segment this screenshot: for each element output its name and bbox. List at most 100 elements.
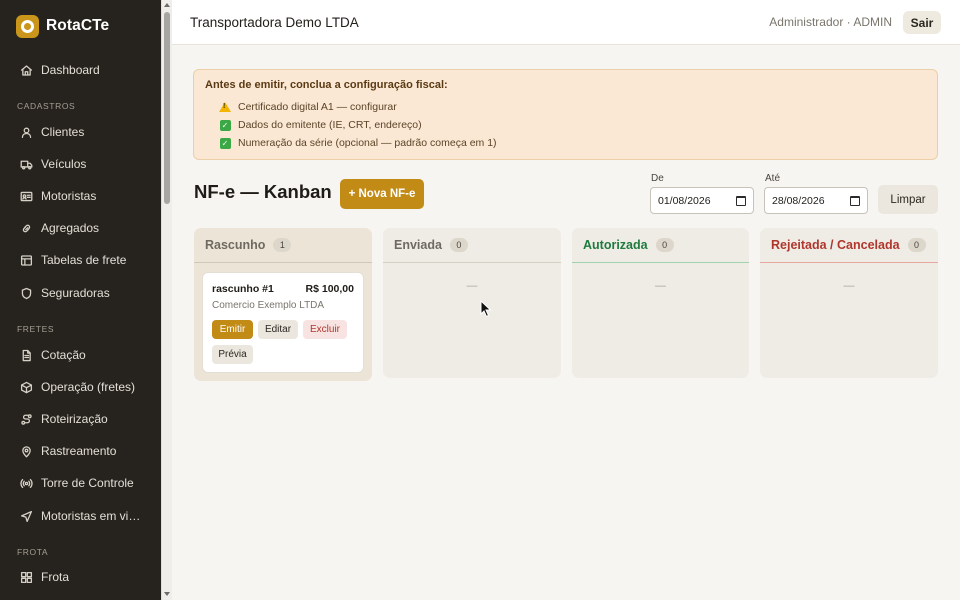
sidebar-section-fretes: FRETES [17, 324, 55, 334]
column-title: Enviada [394, 238, 442, 252]
sidebar-item-tabelas-de-frete[interactable]: Tabelas de frete [0, 245, 161, 275]
package-icon [19, 380, 33, 394]
column-title: Rascunho [205, 238, 266, 252]
check-icon: ✓ [219, 137, 231, 149]
calendar-icon[interactable] [850, 196, 860, 206]
card-client: Comercio Exemplo LTDA [212, 300, 325, 311]
sidebar-item-roteirizacao[interactable]: Roteirização [0, 404, 161, 434]
column-empty-placeholder: — [466, 280, 478, 292]
sidebar-item-label: Veículos [41, 157, 87, 171]
column-header: Rejeitada / Cancelada 0 [760, 228, 938, 263]
scroll-down-icon[interactable] [164, 592, 170, 596]
alert-item-text: Certificado digital A1 — configurar [238, 101, 397, 113]
sidebar-item-label: Clientes [41, 125, 85, 139]
scroll-thumb[interactable] [164, 12, 170, 204]
card-title: rascunho #1 [212, 283, 274, 295]
sidebar-item-label: Operação (fretes) [41, 380, 136, 394]
column-count-badge: 0 [907, 238, 926, 252]
scroll-up-icon[interactable] [164, 3, 170, 7]
sidebar-item-label: Torre de Controle [41, 476, 134, 490]
sidebar-item-label: Tabelas de frete [41, 253, 127, 267]
column-empty-placeholder: — [655, 280, 666, 292]
sidebar-item-label: Frota [41, 570, 70, 584]
navigation-icon [19, 509, 33, 523]
kanban-column-enviada: Enviada 0 — [383, 228, 561, 378]
sidebar-scrollbar[interactable] [161, 0, 172, 600]
truck-icon [19, 157, 33, 171]
mouse-cursor-icon [480, 300, 492, 318]
sidebar-item-label: Dashboard [41, 63, 100, 77]
sidebar-section-frota: FROTA [17, 547, 49, 557]
id-card-icon [19, 189, 33, 203]
grid-icon [19, 570, 33, 584]
column-count-badge: 1 [273, 238, 292, 252]
from-date-value: 01/08/2026 [658, 194, 711, 207]
broadcast-icon [19, 476, 33, 490]
user-info: Administrador · ADMIN [769, 15, 892, 29]
clear-filter-button[interactable]: Limpar [878, 185, 938, 214]
sidebar-item-motoristas[interactable]: Motoristas [0, 181, 161, 211]
alert-item-series: ✓ Numeração da série (opcional — padrão … [219, 137, 497, 149]
brand[interactable]: RotaCTe [0, 0, 161, 52]
brand-logo-icon [16, 14, 39, 38]
from-date-label: De [651, 173, 664, 184]
column-count-badge: 0 [655, 238, 674, 252]
delete-button[interactable]: Excluir [303, 320, 347, 339]
alert-item-certificate[interactable]: Certificado digital A1 — configurar [219, 101, 397, 113]
check-icon: ✓ [219, 119, 231, 131]
sidebar-item-label: Agregados [41, 221, 100, 235]
sidebar-item-agregados[interactable]: Agregados [0, 213, 161, 243]
link-icon [19, 221, 33, 235]
emit-button[interactable]: Emitir [212, 320, 253, 339]
column-empty-placeholder: — [843, 280, 855, 292]
to-date-label: Até [765, 173, 781, 184]
card-value: R$ 100,00 [305, 283, 354, 295]
alert-item-text: Numeração da série (opcional — padrão co… [238, 137, 497, 149]
sidebar-item-clientes[interactable]: Clientes [0, 117, 161, 147]
calendar-icon[interactable] [736, 196, 746, 206]
alert-title: Antes de emitir, conclua a configuração … [205, 79, 448, 91]
edit-button[interactable]: Editar [258, 320, 298, 339]
nfe-card[interactable]: rascunho #1 R$ 100,00 Comercio Exemplo L… [202, 272, 364, 373]
sidebar-item-seguradoras[interactable]: Seguradoras [0, 278, 161, 308]
kanban-column-rejeitada: Rejeitada / Cancelada 0 — [760, 228, 938, 378]
to-date-input[interactable]: 28/08/2026 [764, 187, 868, 214]
sidebar-section-cadastros: CADASTROS [17, 101, 76, 111]
to-date-value: 28/08/2026 [772, 194, 825, 207]
shield-icon [19, 286, 33, 300]
sidebar-item-rastreamento[interactable]: Rastreamento [0, 436, 161, 466]
preview-button[interactable]: Prévia [212, 345, 253, 364]
sidebar-item-motoristas-em-viagem[interactable]: Motoristas em viag... [0, 501, 161, 531]
home-icon [19, 63, 33, 77]
column-header: Autorizada 0 [572, 228, 749, 263]
column-header: Rascunho 1 [194, 228, 372, 263]
company-name: Transportadora Demo LTDA [190, 14, 359, 30]
sidebar-item-label: Motoristas em viag... [41, 509, 146, 523]
sidebar-item-torre-de-controle[interactable]: Torre de Controle [0, 468, 161, 498]
new-nfe-button[interactable]: + Nova NF-e [340, 179, 424, 209]
route-icon [19, 412, 33, 426]
sidebar-item-operacao[interactable]: Operação (fretes) [0, 372, 161, 402]
alert-item-text: Dados do emitente (IE, CRT, endereço) [238, 119, 422, 131]
from-date-input[interactable]: 01/08/2026 [650, 187, 754, 214]
sidebar-item-veiculos[interactable]: Veículos [0, 149, 161, 179]
page-title: NF-e — Kanban [194, 181, 332, 202]
alert-item-emitter: ✓ Dados do emitente (IE, CRT, endereço) [219, 119, 422, 131]
column-count-badge: 0 [449, 238, 468, 252]
column-header: Enviada 0 [383, 228, 561, 263]
warning-icon [219, 101, 231, 113]
sidebar-item-dashboard[interactable]: Dashboard [0, 55, 161, 85]
fiscal-config-alert: Antes de emitir, conclua a configuração … [193, 69, 938, 160]
sidebar-item-label: Cotação [41, 348, 86, 362]
sidebar-item-frota[interactable]: Frota [0, 562, 161, 592]
sidebar-item-label: Roteirização [41, 412, 108, 426]
sidebar-item-cotacao[interactable]: Cotação [0, 340, 161, 370]
sidebar-item-label: Rastreamento [41, 444, 117, 458]
sidebar-item-label: Seguradoras [41, 286, 110, 300]
sidebar: RotaCTe Dashboard CADASTROS Clientes Veí… [0, 0, 161, 600]
table-icon [19, 253, 33, 267]
top-header: Transportadora Demo LTDA Administrador ·… [172, 0, 960, 45]
column-title: Autorizada [583, 238, 648, 252]
user-icon [19, 125, 33, 139]
logout-button[interactable]: Sair [903, 11, 941, 34]
